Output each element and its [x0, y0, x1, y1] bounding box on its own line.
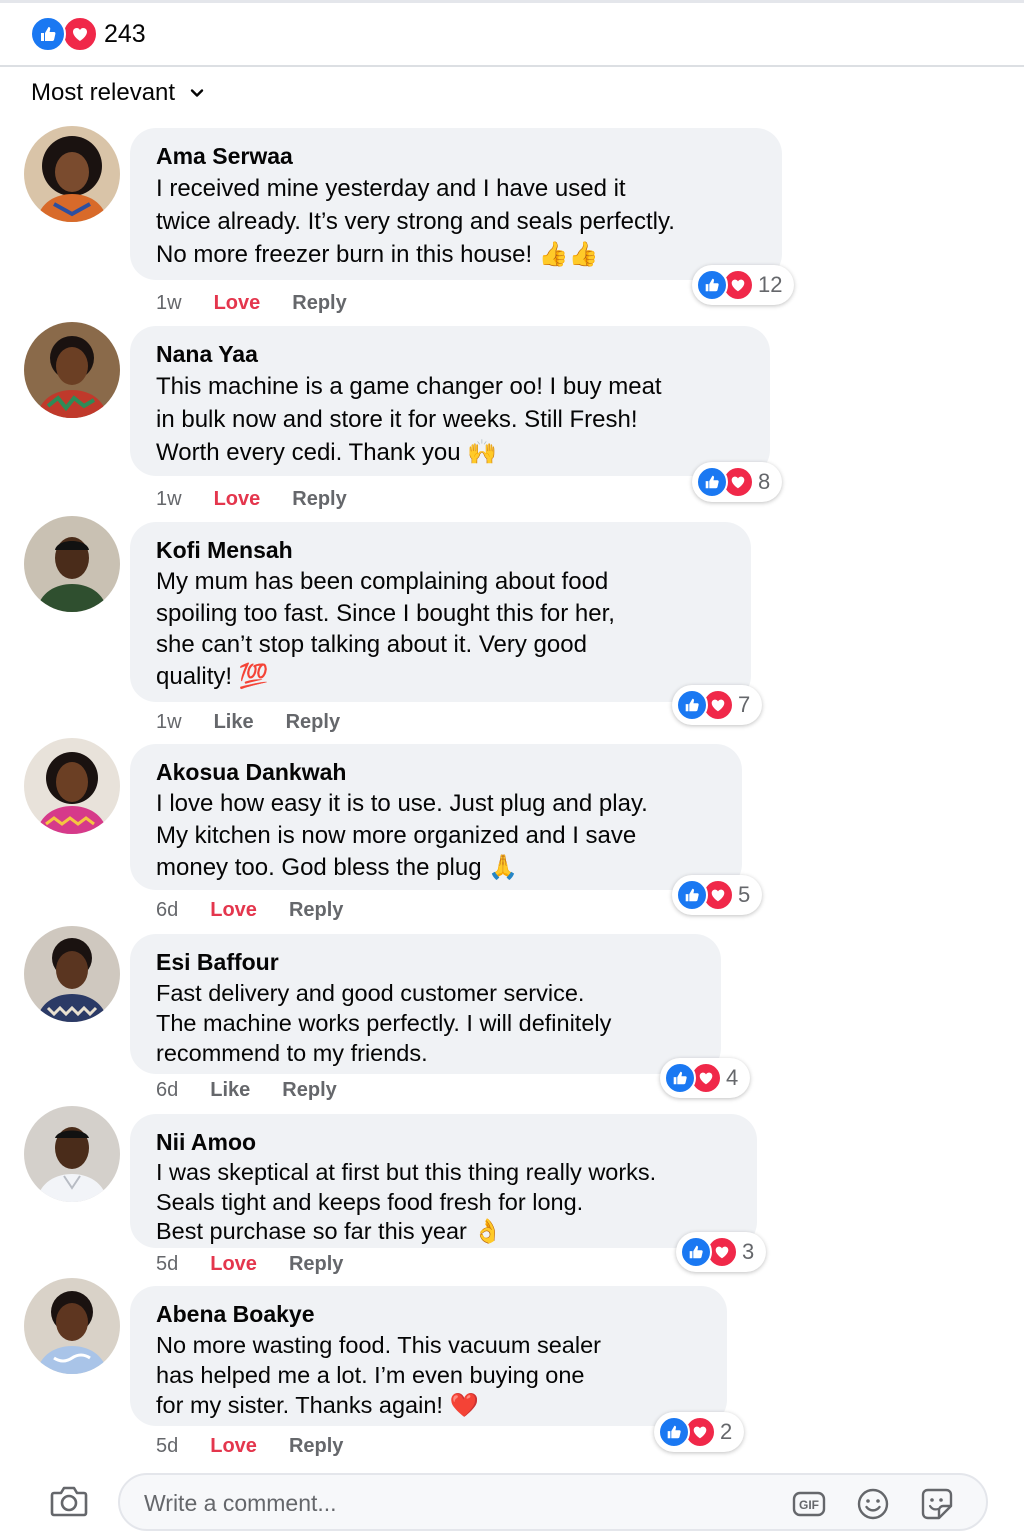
- comment-reactions-badge[interactable]: 7: [672, 685, 763, 725]
- avatar[interactable]: [24, 738, 120, 834]
- comment-input-box[interactable]: GIF: [118, 1473, 988, 1531]
- comment-bubble: Esi Baffour Fast delivery and good custo…: [130, 934, 721, 1074]
- reaction-count: 8: [758, 469, 771, 494]
- love-reaction-button[interactable]: Love: [210, 899, 257, 922]
- comment-timestamp[interactable]: 6d: [156, 1079, 178, 1102]
- comment-author[interactable]: Esi Baffour: [156, 946, 695, 978]
- comment-text: Fast delivery and good customer service.…: [156, 980, 612, 1066]
- like-icon: [676, 689, 708, 721]
- love-reaction-button[interactable]: Love: [214, 292, 261, 315]
- comment-bubble: Nii Amoo I was skeptical at first but th…: [130, 1114, 757, 1248]
- comment-reactions-badge[interactable]: 2: [654, 1412, 745, 1452]
- sort-dropdown[interactable]: Most relevant: [31, 79, 205, 107]
- comment-author[interactable]: Ama Serwaa: [156, 140, 756, 172]
- comment-actions: 6d Love Reply: [156, 899, 343, 922]
- reaction-count: 3: [742, 1239, 755, 1264]
- comment-actions: 5d Love Reply: [156, 1253, 343, 1276]
- sort-label: Most relevant: [31, 79, 176, 106]
- avatar[interactable]: [24, 1106, 120, 1202]
- like-icon: [658, 1416, 690, 1448]
- reply-button[interactable]: Reply: [289, 1435, 343, 1458]
- comment-text: My mum has been complaining about food s…: [156, 568, 615, 690]
- reply-button[interactable]: Reply: [292, 292, 346, 315]
- reaction-count: 4: [726, 1065, 739, 1090]
- love-icon: [62, 16, 98, 52]
- sticker-icon[interactable]: [920, 1487, 954, 1521]
- love-reaction-button[interactable]: Love: [210, 1435, 257, 1458]
- comment-bubble: Ama Serwaa I received mine yesterday and…: [130, 128, 782, 280]
- comment-timestamp[interactable]: 1w: [156, 292, 182, 315]
- like-icon: [676, 879, 708, 911]
- like-icon: [664, 1062, 696, 1094]
- comment-author[interactable]: Nana Yaa: [156, 338, 744, 370]
- comment-text: This machine is a game changer oo! I buy…: [156, 373, 662, 466]
- comment-actions: 1w Love Reply: [156, 292, 347, 315]
- reply-button[interactable]: Reply: [289, 1253, 343, 1276]
- emoji-icon[interactable]: [856, 1487, 890, 1521]
- avatar[interactable]: [24, 1278, 120, 1374]
- avatar[interactable]: [24, 126, 120, 222]
- comment-timestamp[interactable]: 1w: [156, 488, 182, 511]
- chevron-down-icon: [190, 89, 204, 97]
- comment-input[interactable]: [144, 1483, 744, 1523]
- comment-text: No more wasting food. This vacuum sealer…: [156, 1332, 601, 1418]
- comment-reactions-badge[interactable]: 8: [692, 462, 783, 502]
- avatar[interactable]: [24, 516, 120, 612]
- like-icon: [696, 269, 728, 301]
- comment-reactions-badge[interactable]: 3: [676, 1232, 767, 1272]
- comment-text: I was skeptical at first but this thing …: [156, 1159, 657, 1244]
- like-icon: [696, 466, 728, 498]
- reactions-summary[interactable]: 243: [0, 3, 1024, 67]
- svg-text:GIF: GIF: [799, 1498, 819, 1512]
- comment-bubble: Nana Yaa This machine is a game changer …: [130, 326, 770, 476]
- comment-reactions-badge[interactable]: 5: [672, 875, 763, 915]
- like-icon: [30, 16, 66, 52]
- comment-actions: 1w Love Reply: [156, 488, 347, 511]
- reaction-count: 5: [738, 882, 751, 907]
- comment-bubble: Akosua Dankwah I love how easy it is to …: [130, 744, 742, 890]
- reaction-icons: [30, 16, 100, 52]
- avatar[interactable]: [24, 926, 120, 1022]
- comment-actions: 1w Like Reply: [156, 711, 340, 734]
- gif-icon[interactable]: GIF: [792, 1487, 826, 1521]
- comment-bubble: Abena Boakye No more wasting food. This …: [130, 1286, 727, 1426]
- comment-actions: 5d Love Reply: [156, 1435, 343, 1458]
- like-reaction-button[interactable]: Like: [210, 1079, 250, 1102]
- comment-reactions-badge[interactable]: 4: [660, 1058, 751, 1098]
- reaction-count: 7: [738, 692, 751, 717]
- like-reaction-button[interactable]: Like: [214, 711, 254, 734]
- camera-icon[interactable]: [50, 1484, 88, 1518]
- reply-button[interactable]: Reply: [286, 711, 340, 734]
- comment-actions: 6d Like Reply: [156, 1079, 337, 1102]
- comment-timestamp[interactable]: 6d: [156, 899, 178, 922]
- comment-reactions-badge[interactable]: 12: [692, 265, 795, 305]
- love-reaction-button[interactable]: Love: [214, 488, 261, 511]
- reaction-count: 12: [758, 272, 783, 297]
- comment-author[interactable]: Abena Boakye: [156, 1298, 701, 1330]
- reply-button[interactable]: Reply: [292, 488, 346, 511]
- comment-timestamp[interactable]: 5d: [156, 1435, 178, 1458]
- avatar[interactable]: [24, 322, 120, 418]
- love-reaction-button[interactable]: Love: [210, 1253, 257, 1276]
- total-reactions-count: 243: [104, 19, 146, 48]
- comment-author[interactable]: Akosua Dankwah: [156, 756, 716, 788]
- reply-button[interactable]: Reply: [289, 899, 343, 922]
- reply-button[interactable]: Reply: [282, 1079, 336, 1102]
- comment-bubble: Kofi Mensah My mum has been complaining …: [130, 522, 751, 702]
- comment-text: I love how easy it is to use. Just plug …: [156, 790, 648, 881]
- comment-author[interactable]: Nii Amoo: [156, 1126, 731, 1158]
- comment-composer: GIF: [0, 1468, 1024, 1536]
- like-icon: [680, 1236, 712, 1268]
- reaction-count: 2: [720, 1419, 733, 1444]
- comment-text: I received mine yesterday and I have use…: [156, 175, 675, 268]
- comment-author[interactable]: Kofi Mensah: [156, 534, 725, 566]
- comment-timestamp[interactable]: 1w: [156, 711, 182, 734]
- comment-timestamp[interactable]: 5d: [156, 1253, 178, 1276]
